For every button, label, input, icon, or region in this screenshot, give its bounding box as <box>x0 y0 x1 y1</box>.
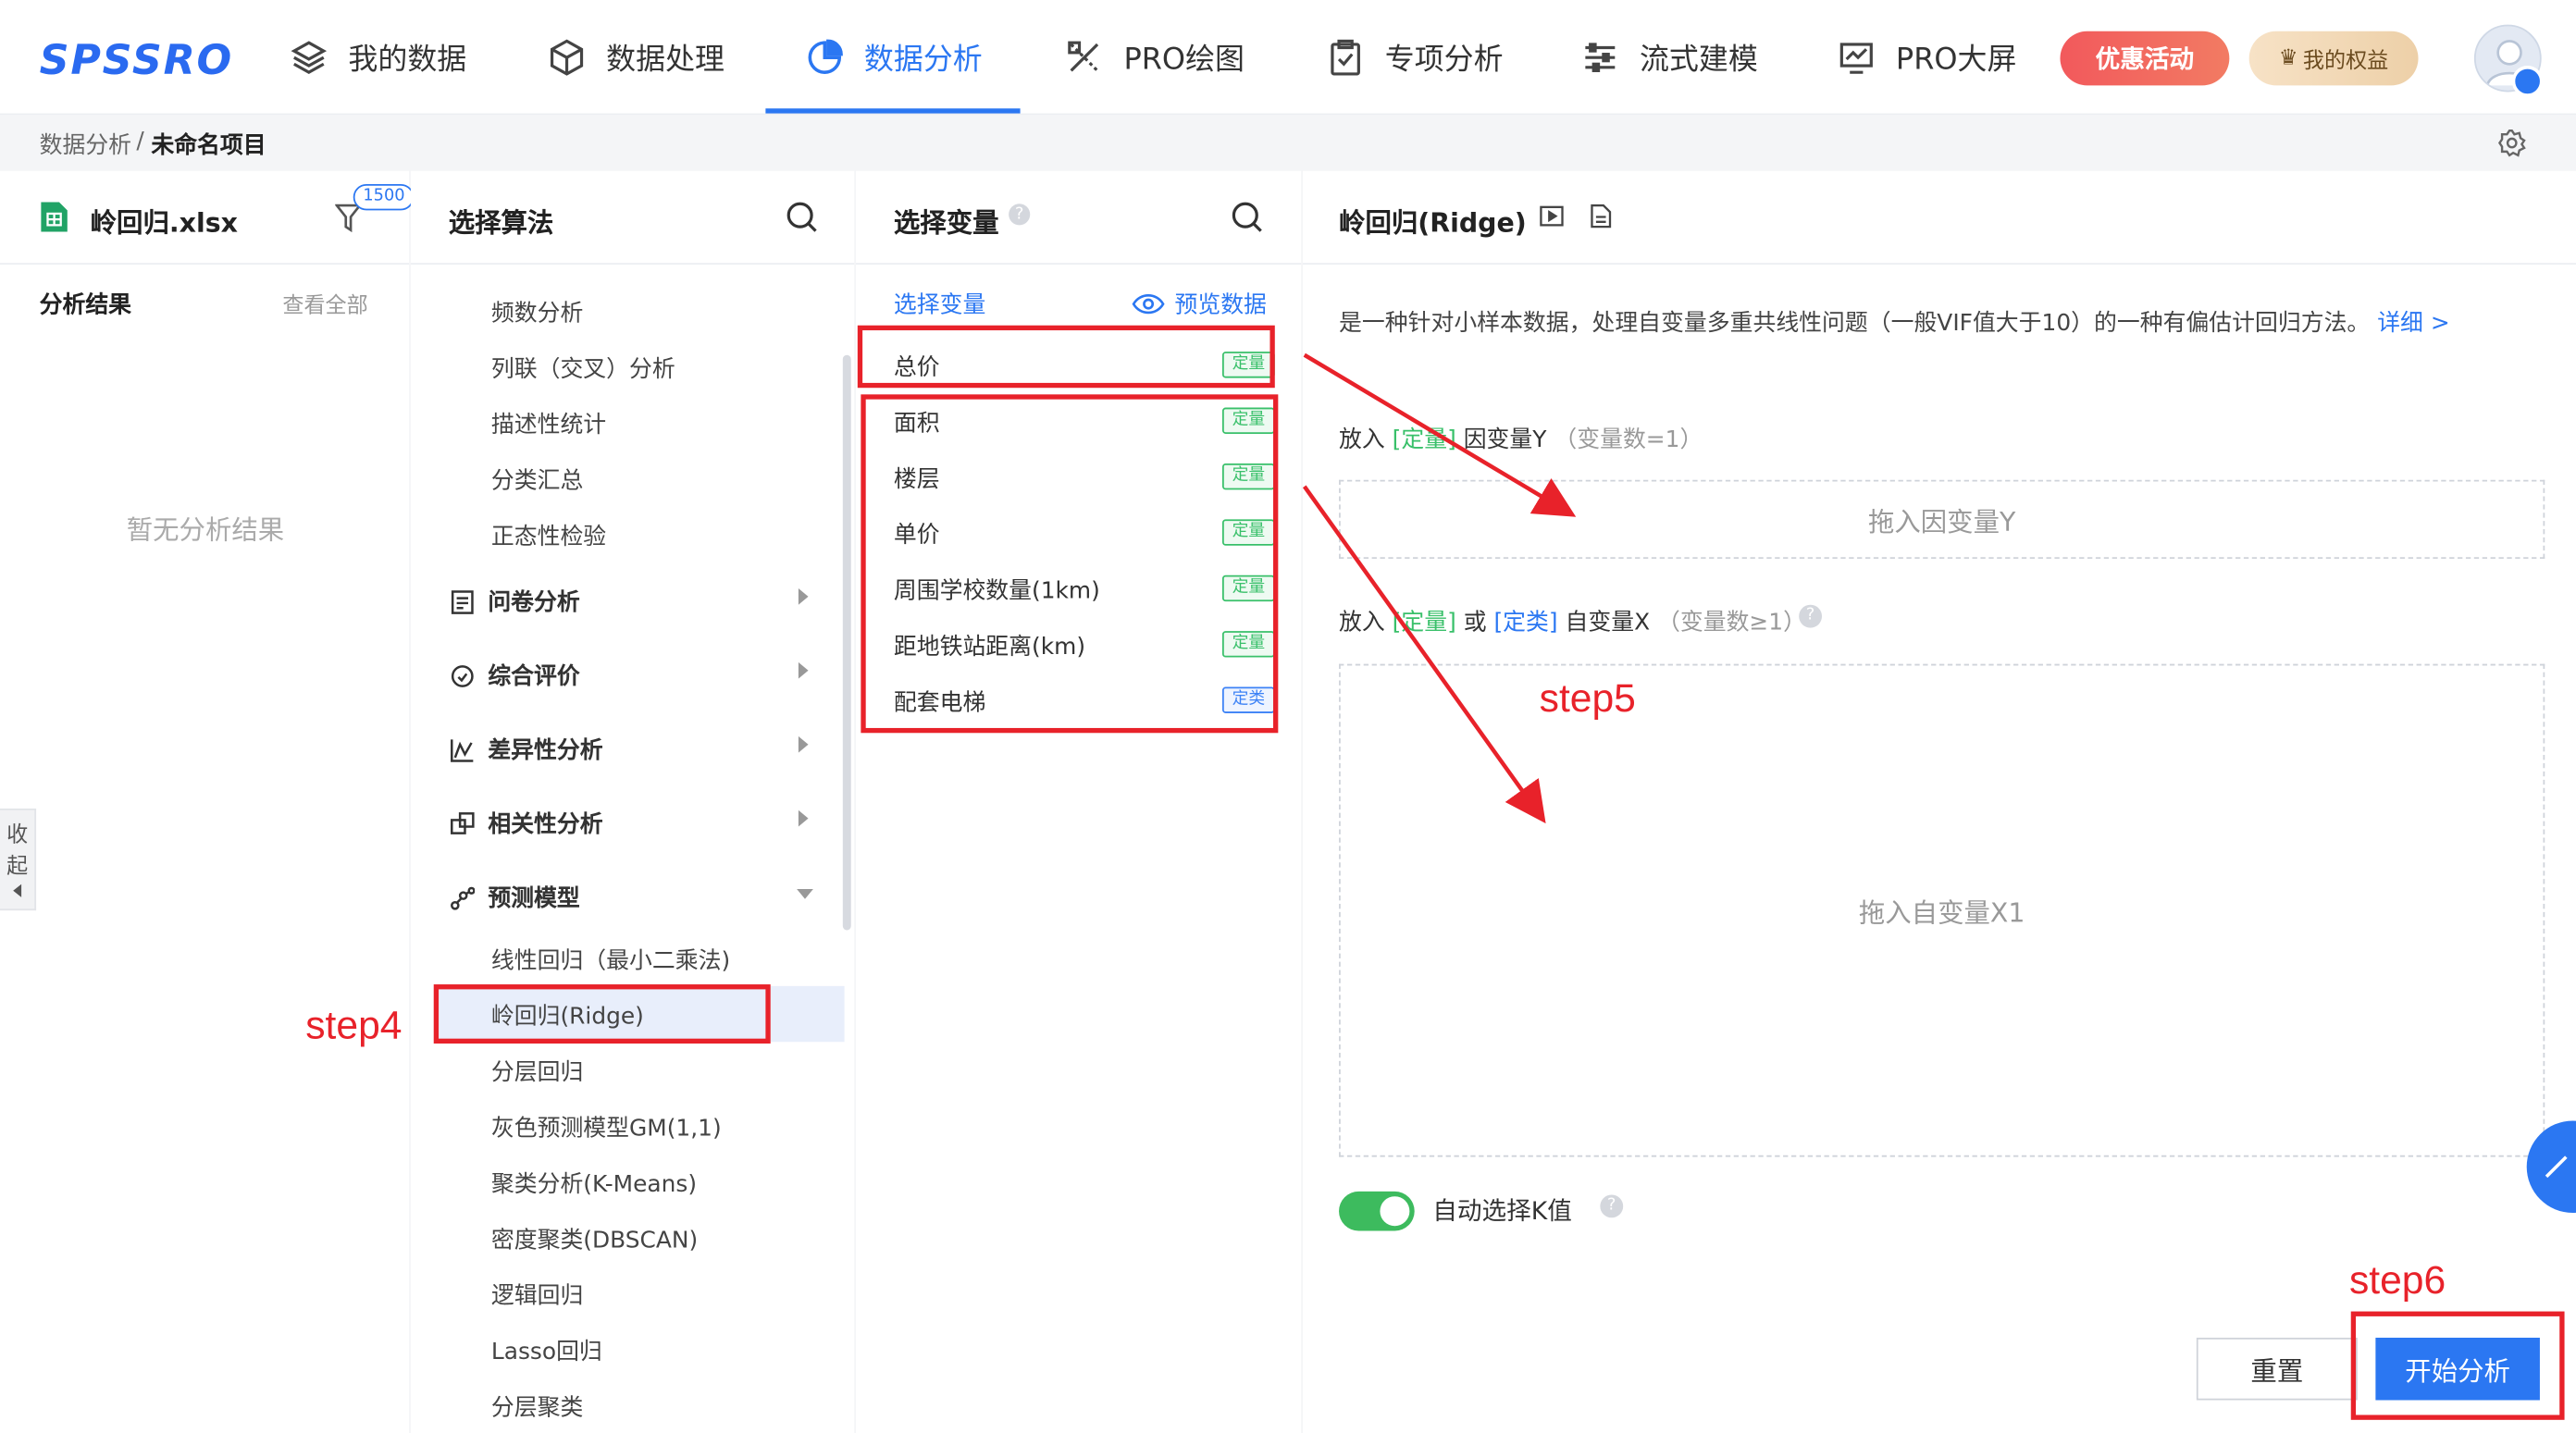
arrow-to-y <box>1303 352 1577 517</box>
arrow-to-x <box>1302 485 1546 824</box>
annotation-arrows <box>1302 352 1577 824</box>
